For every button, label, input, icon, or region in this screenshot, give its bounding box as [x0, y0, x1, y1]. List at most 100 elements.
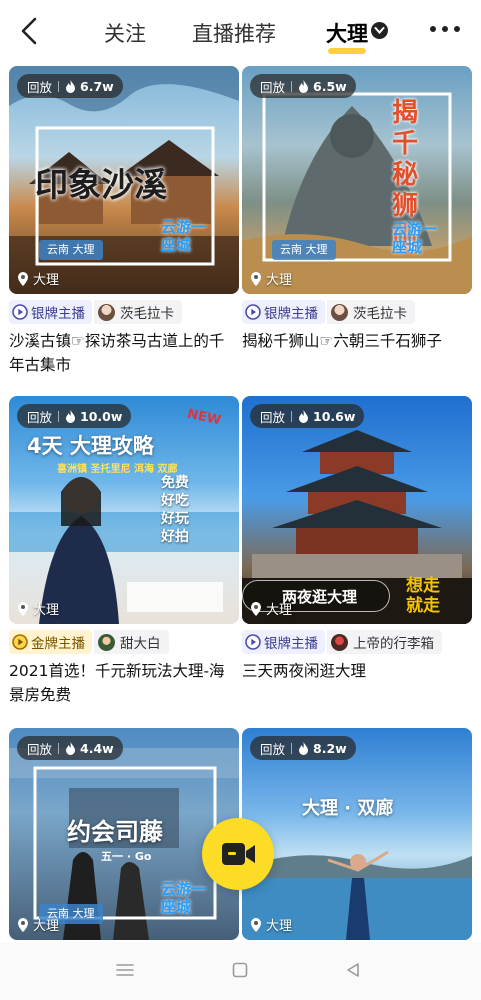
overlay-subtitle: 五一 · Go	[101, 850, 152, 863]
location-label: 大理	[17, 269, 59, 288]
card-thumbnail[interactable]: 印象沙溪 云南 大理 云游一座城 回放 6.7w 大理	[9, 66, 239, 294]
card-title[interactable]: 2021首选！千元新玩法大理-海景房免费	[9, 659, 239, 707]
card-badges: 银牌主播 上帝的行李箱	[242, 630, 472, 654]
overlay-tag: 云南 大理	[39, 240, 103, 260]
live-card[interactable]: 4天 大理攻略 NEW 喜洲镇 圣托里尼 洱海 双廊 免费 好吃 好玩 好拍 回…	[9, 396, 239, 707]
play-circle-icon	[12, 634, 28, 650]
video-camera-icon	[222, 843, 255, 865]
overlay-tag-text: 云南 大理	[47, 243, 95, 256]
anchor-level-badge: 银牌主播	[9, 300, 92, 324]
anchor-name[interactable]: 甜大白	[94, 630, 169, 654]
flame-icon	[66, 79, 76, 93]
active-tab-indicator	[328, 48, 366, 54]
overlay-subtitle: 喜洲镇 圣托里尼 洱海 双廊	[57, 464, 178, 475]
card-title[interactable]: 三天两夜闲逛大理	[242, 659, 472, 707]
start-live-button[interactable]	[202, 818, 274, 890]
overlay-stamp: 云游一座城	[392, 220, 438, 256]
live-card[interactable]: 印象沙溪 云南 大理 云游一座城 回放 6.7w 大理 银牌主播 茨毛拉卡 沙溪…	[9, 66, 239, 377]
card-title[interactable]: 揭秘千狮山☞六朝三千石狮子	[242, 329, 472, 377]
overlay-stamp: 云游一座城	[161, 880, 207, 916]
location-pin-icon	[251, 601, 261, 616]
live-card[interactable]: 大理 · 双廊 回放 8.2w 大理	[242, 728, 472, 940]
anchor-level-badge: 金牌主播	[9, 630, 92, 654]
badge-text: 金牌主播	[31, 636, 85, 652]
location-text: 大理	[266, 603, 293, 618]
card-thumbnail[interactable]: 大理 · 双廊 回放 8.2w 大理	[242, 728, 472, 940]
anchor-name[interactable]: 茨毛拉卡	[94, 300, 182, 324]
overlay-title: 印象沙溪	[35, 165, 167, 204]
tab-following[interactable]: 关注	[104, 18, 146, 48]
overlay-list-item: 好吃	[161, 493, 189, 509]
tab-live-recommend[interactable]: 直播推荐	[192, 18, 276, 48]
anchor-text: 茨毛拉卡	[120, 306, 174, 322]
location-pin-icon	[18, 601, 28, 616]
live-card[interactable]: 揭千秘狮山 云南 大理 云游一座城 回放 6.5w 大理 银牌主播 茨毛拉卡 揭…	[242, 66, 472, 377]
tab-dali[interactable]: 大理	[326, 18, 388, 54]
replay-badge: 回放 8.2w	[250, 736, 356, 760]
square-home-icon[interactable]	[232, 962, 248, 982]
avatar	[331, 303, 348, 321]
location-text: 大理	[33, 603, 60, 618]
badge-text: 银牌主播	[264, 636, 318, 652]
overlay-title: 两夜逛大理	[282, 588, 358, 606]
overlay-list: 免费 好吃 好玩 好拍	[161, 474, 223, 546]
flame-icon	[66, 741, 76, 755]
live-card[interactable]: 两夜逛大理 想走就走 回放 10.6w 大理 银牌主播 上帝的行李箱 三天两夜闲…	[242, 396, 472, 707]
replay-badge: 回放 10.0w	[17, 404, 132, 428]
badge-text: 银牌主播	[31, 306, 85, 322]
replay-label: 回放	[260, 409, 286, 425]
replay-label: 回放	[27, 409, 53, 425]
location-label: 大理	[250, 915, 292, 934]
replay-badge: 回放 6.7w	[17, 74, 123, 98]
live-card[interactable]: 约会司藤 五一 · Go 云南 大理 云游一座城 回放 4.4w 大理	[9, 728, 239, 940]
view-count: 4.4w	[80, 740, 114, 756]
flame-icon	[66, 409, 76, 423]
overlay-tag: 云南 大理	[272, 240, 336, 260]
overlay-stamp: 云游一座城	[161, 218, 207, 254]
menu-lines-icon[interactable]	[116, 962, 134, 981]
chevron-down-icon[interactable]	[371, 22, 388, 39]
location-pin-icon	[251, 917, 261, 932]
card-thumbnail[interactable]: 揭千秘狮山 云南 大理 云游一座城 回放 6.5w 大理	[242, 66, 472, 294]
avatar	[98, 633, 115, 651]
avatar	[331, 633, 348, 651]
view-count: 8.2w	[313, 740, 347, 756]
card-badges: 银牌主播 茨毛拉卡	[9, 300, 239, 324]
tab-dali-label: 大理	[326, 22, 368, 46]
anchor-level-badge: 银牌主播	[242, 630, 325, 654]
location-label: 大理	[250, 269, 292, 288]
flame-icon	[299, 79, 309, 93]
card-title[interactable]: 沙溪古镇☞探访茶马古道上的千年古集市	[9, 329, 239, 377]
location-text: 大理	[33, 919, 60, 934]
more-dots-icon[interactable]	[428, 18, 462, 38]
back-arrow-icon[interactable]	[18, 16, 42, 46]
replay-badge: 回放 4.4w	[17, 736, 123, 760]
triangle-back-icon[interactable]	[345, 962, 361, 982]
location-pin-icon	[18, 271, 28, 286]
replay-label: 回放	[27, 741, 53, 757]
anchor-level-badge: 银牌主播	[242, 300, 325, 324]
replay-badge: 回放 6.5w	[250, 74, 356, 98]
location-label: 大理	[250, 599, 292, 618]
badge-text: 银牌主播	[264, 306, 318, 322]
anchor-name[interactable]: 上帝的行李箱	[327, 630, 442, 654]
replay-label: 回放	[27, 79, 53, 95]
card-thumbnail[interactable]: 约会司藤 五一 · Go 云南 大理 云游一座城 回放 4.4w 大理	[9, 728, 239, 940]
view-count: 6.7w	[80, 78, 114, 94]
overlay-list-item: 免费	[161, 475, 189, 491]
play-circle-icon	[245, 634, 261, 650]
location-label: 大理	[17, 599, 59, 618]
overlay-side: 想走就走	[406, 576, 440, 616]
top-bar: 关注 直播推荐 大理	[0, 0, 481, 62]
view-count: 10.6w	[313, 408, 356, 424]
card-thumbnail[interactable]: 4天 大理攻略 NEW 喜洲镇 圣托里尼 洱海 双廊 免费 好吃 好玩 好拍 回…	[9, 396, 239, 624]
anchor-name[interactable]: 茨毛拉卡	[327, 300, 415, 324]
replay-label: 回放	[260, 741, 286, 757]
overlay-tag-text: 云南 大理	[280, 243, 328, 256]
overlay-title: 大理 · 双廊	[302, 798, 394, 819]
anchor-text: 上帝的行李箱	[353, 636, 434, 652]
card-badges: 金牌主播 甜大白	[9, 630, 239, 654]
overlay-list-item: 好玩	[161, 511, 189, 527]
overlay-title: 约会司藤	[67, 817, 163, 846]
card-thumbnail[interactable]: 两夜逛大理 想走就走 回放 10.6w 大理	[242, 396, 472, 624]
